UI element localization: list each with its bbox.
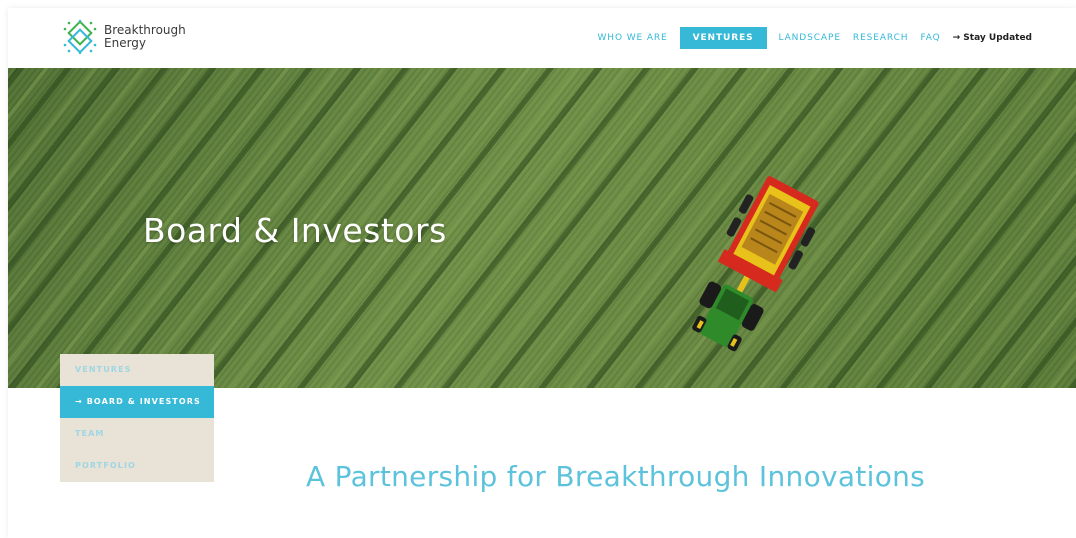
- section-subnav: VENTURES → BOARD & INVESTORS TEAM PORTFO…: [60, 354, 214, 482]
- breakthrough-energy-logo-icon: [62, 19, 98, 55]
- nav-item-who-we-are[interactable]: WHO WE ARE: [591, 27, 673, 49]
- hero-banner: Board & Investors: [8, 68, 1076, 388]
- main-nav: WHO WE ARE VENTURES LANDSCAPE RESEARCH F…: [591, 27, 1032, 49]
- subnav-item-team[interactable]: TEAM: [60, 418, 214, 450]
- nav-item-research[interactable]: RESEARCH: [847, 27, 915, 49]
- subnav-item-portfolio[interactable]: PORTFOLIO: [60, 450, 214, 482]
- section-tagline: A Partnership for Breakthrough Innovatio…: [306, 460, 926, 493]
- brand-name-line2: Energy: [104, 36, 147, 50]
- nav-item-landscape[interactable]: LANDSCAPE: [773, 27, 847, 49]
- brand-logo-link[interactable]: Breakthrough Energy: [62, 19, 186, 55]
- hero-title: Board & Investors: [143, 211, 447, 250]
- nav-item-ventures[interactable]: VENTURES: [679, 27, 767, 49]
- stay-updated-link[interactable]: → Stay Updated: [947, 27, 1032, 49]
- subnav-item-ventures[interactable]: VENTURES: [60, 354, 214, 386]
- site-header: Breakthrough Energy WHO WE ARE VENTURES …: [8, 8, 1076, 68]
- page: Breakthrough Energy WHO WE ARE VENTURES …: [8, 8, 1076, 538]
- subnav-item-board-investors[interactable]: → BOARD & INVESTORS: [60, 386, 214, 418]
- tractor-trailer-image: [692, 176, 819, 352]
- brand-name: Breakthrough Energy: [104, 24, 186, 50]
- nav-item-faq[interactable]: FAQ: [914, 27, 946, 49]
